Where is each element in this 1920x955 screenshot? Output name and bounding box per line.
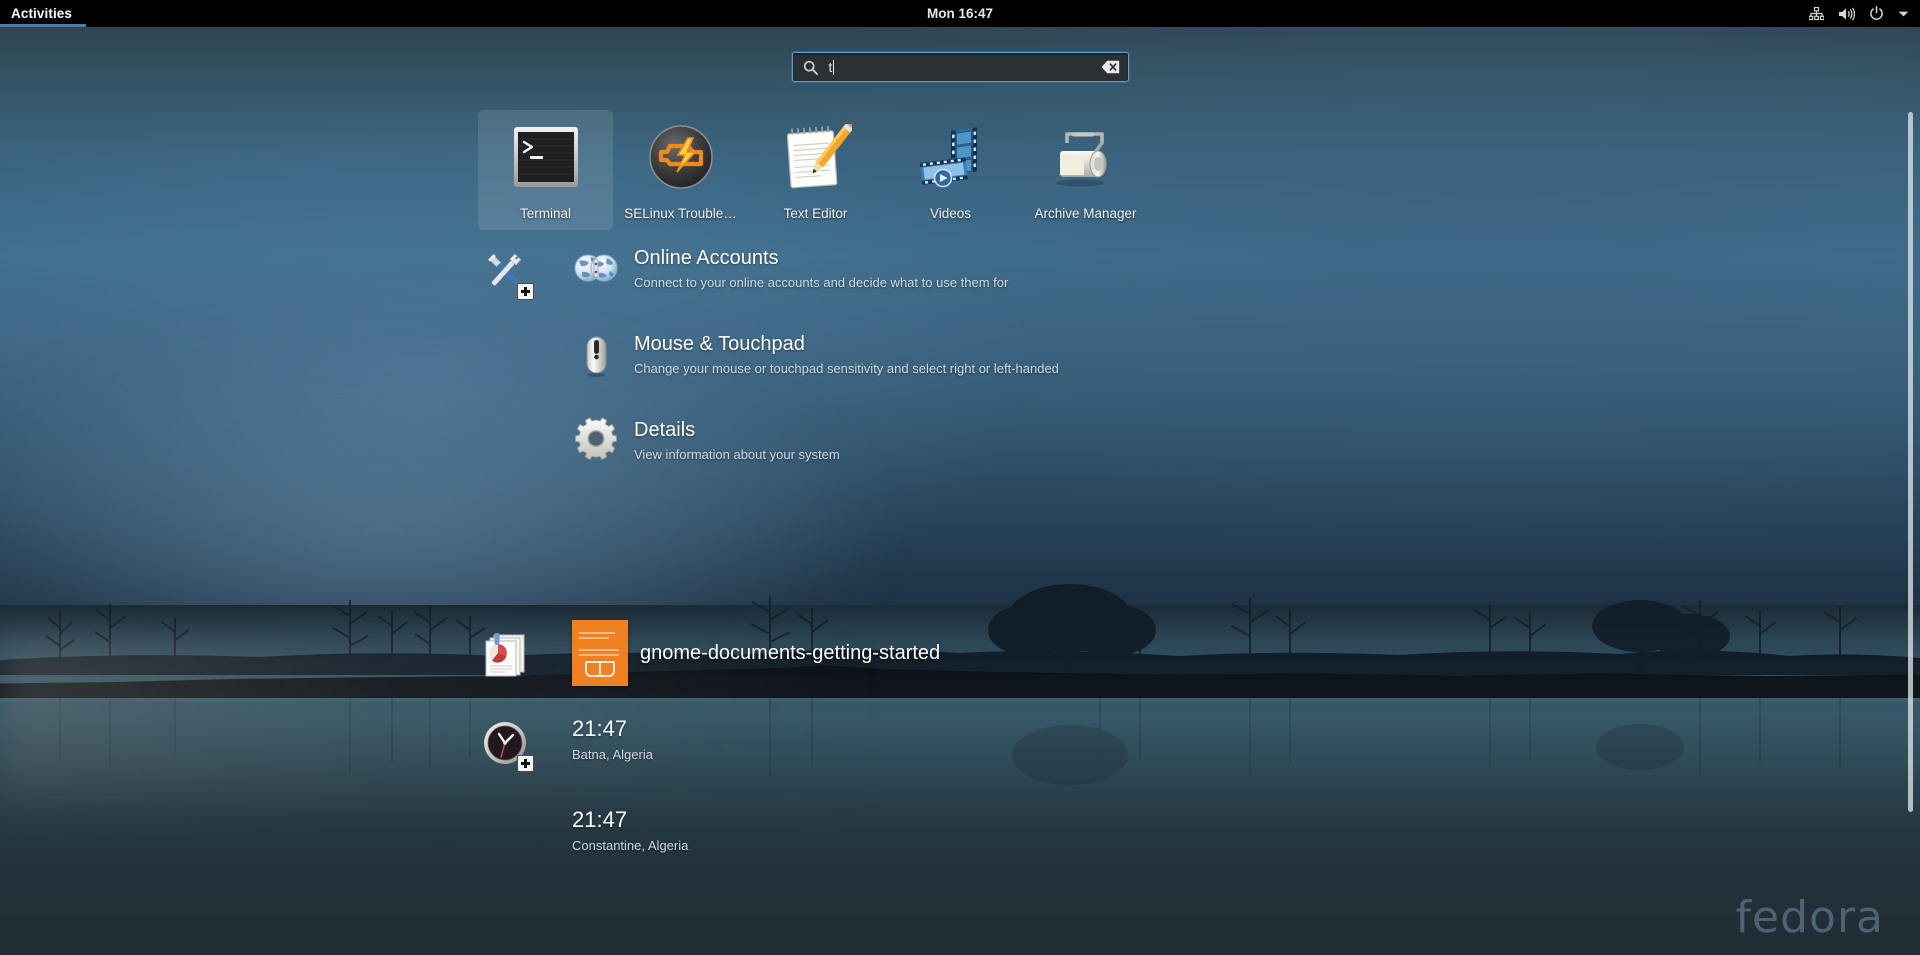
applications-results: Terminal SELinux Trouble… Text Editor Vi… xyxy=(478,110,1153,230)
result-text: Details View information about your syst… xyxy=(634,419,840,462)
details-gear-icon xyxy=(572,416,620,464)
clock-time: 21:47 xyxy=(572,716,628,741)
result-online-accounts[interactable]: Online Accounts Connect to your online a… xyxy=(572,244,1059,292)
clock-icon xyxy=(478,716,534,772)
text-caret xyxy=(833,59,835,75)
add-badge-icon xyxy=(517,283,534,300)
result-clock-constantine[interactable]: 21:47 Constantine, Algeria xyxy=(572,807,688,853)
documents-stack-icon xyxy=(478,626,532,680)
terminal-icon xyxy=(509,120,583,194)
mouse-touchpad-icon xyxy=(572,330,620,378)
app-label: SELinux Trouble… xyxy=(624,206,737,221)
document-thumbnail xyxy=(572,620,628,686)
app-tile-selinux-troubleshooter[interactable]: SELinux Trouble… xyxy=(613,110,748,230)
app-label: Archive Manager xyxy=(1034,206,1137,221)
result-title: Details xyxy=(634,418,696,441)
settings-results-list: Online Accounts Connect to your online a… xyxy=(572,244,1059,464)
result-text: 21:47 Batna, Algeria xyxy=(572,716,653,762)
clock-location: Constantine, Algeria xyxy=(572,838,689,853)
search-query-value: t xyxy=(828,59,833,75)
online-accounts-icon xyxy=(572,244,620,292)
documents-results-list: gnome-documents-getting-started xyxy=(572,620,940,686)
clock-location: Batna, Algeria xyxy=(572,747,653,762)
videos-icon xyxy=(914,120,988,194)
app-label: Terminal xyxy=(519,206,571,221)
result-text: 21:47 Constantine, Algeria xyxy=(572,807,688,853)
top-bar: Activities Mon 16:47 xyxy=(0,0,1920,27)
selinux-icon xyxy=(644,120,718,194)
search-results-area: Terminal SELinux Trouble… Text Editor Vi… xyxy=(0,96,1920,955)
volume-icon[interactable] xyxy=(1838,6,1855,21)
app-label: Videos xyxy=(929,206,972,221)
search-bar-container: t xyxy=(0,52,1920,82)
clock-time: 21:47 xyxy=(572,807,628,832)
result-document[interactable]: gnome-documents-getting-started xyxy=(572,620,940,686)
result-subtitle: View information about your system xyxy=(634,446,840,462)
provider-documents: gnome-documents-getting-started xyxy=(478,620,940,686)
clocks-results-list: 21:47 Batna, Algeria 21:47 Constantine, … xyxy=(572,716,688,853)
result-details[interactable]: Details View information about your syst… xyxy=(572,416,1059,464)
settings-tools-icon xyxy=(478,244,534,300)
network-wired-icon[interactable] xyxy=(1809,6,1824,21)
app-tile-text-editor[interactable]: Text Editor xyxy=(748,110,883,230)
book-glyph-icon xyxy=(585,661,615,677)
clear-search-icon[interactable] xyxy=(1101,60,1120,74)
result-text: Online Accounts Connect to your online a… xyxy=(634,247,1008,290)
result-subtitle: Change your mouse or touchpad sensitivit… xyxy=(634,360,1059,376)
activities-button[interactable]: Activities xyxy=(0,0,87,27)
result-title: Online Accounts xyxy=(634,246,779,269)
results-scrollbar[interactable] xyxy=(1908,112,1913,812)
provider-settings: Online Accounts Connect to your online a… xyxy=(478,244,1059,464)
add-badge-icon xyxy=(517,755,534,772)
text-editor-icon xyxy=(779,120,853,194)
result-title: Mouse & Touchpad xyxy=(634,332,805,355)
archive-manager-icon xyxy=(1049,120,1123,194)
document-title: gnome-documents-getting-started xyxy=(640,641,941,664)
activities-label: Activities xyxy=(11,6,73,21)
chevron-down-icon[interactable] xyxy=(1898,10,1909,18)
app-tile-terminal[interactable]: Terminal xyxy=(478,110,613,230)
result-text: Mouse & Touchpad Change your mouse or to… xyxy=(634,333,1059,376)
app-tile-archive-manager[interactable]: Archive Manager xyxy=(1018,110,1153,230)
power-icon[interactable] xyxy=(1869,6,1884,21)
system-status-area xyxy=(1809,6,1920,21)
app-tile-videos[interactable]: Videos xyxy=(883,110,1018,230)
app-label: Text Editor xyxy=(783,206,848,221)
search-input[interactable]: t xyxy=(791,52,1129,82)
topbar-clock[interactable]: Mon 16:47 xyxy=(0,6,1920,21)
result-subtitle: Connect to your online accounts and deci… xyxy=(634,274,1009,290)
search-icon xyxy=(803,60,818,75)
search-input-text: t xyxy=(828,59,1101,75)
result-mouse-touchpad[interactable]: Mouse & Touchpad Change your mouse or to… xyxy=(572,330,1059,378)
result-clock-batna[interactable]: 21:47 Batna, Algeria xyxy=(572,716,688,762)
provider-clocks: 21:47 Batna, Algeria 21:47 Constantine, … xyxy=(478,716,688,853)
